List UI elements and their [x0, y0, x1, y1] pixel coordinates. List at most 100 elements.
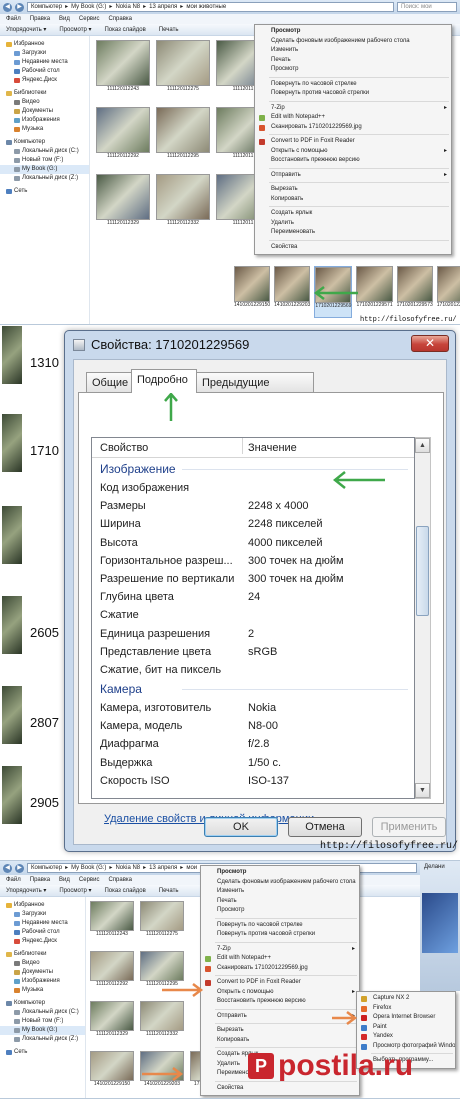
- menu-bar-item[interactable]: Правка: [30, 875, 50, 885]
- menu-item[interactable]: Открыть с помощью ▸: [255, 147, 451, 157]
- property-row[interactable]: Размеры 2248 x 4000: [92, 497, 414, 515]
- menu-item[interactable]: Свойства: [255, 243, 451, 253]
- toolbar-button[interactable]: Просмотр ▾: [59, 885, 91, 896]
- breadcrumb-item[interactable]: Компьютер: [31, 3, 62, 11]
- toolbar-button[interactable]: Упорядочить ▾: [6, 24, 46, 35]
- breadcrumb-item[interactable]: Nokia N8: [115, 3, 140, 11]
- menu-item[interactable]: Capture NX 2: [357, 994, 455, 1004]
- menu-item[interactable]: Повернуть против часовой стрелки: [255, 89, 451, 99]
- menu-bar-item[interactable]: Сервис: [79, 875, 100, 885]
- file-thumbnail[interactable]: 111120112292: [96, 107, 150, 168]
- nav-item[interactable]: Загрузки: [0, 49, 89, 58]
- nav-item[interactable]: Компьютер: [0, 138, 89, 147]
- menu-item[interactable]: Сделать фоновым изображением рабочего ст…: [201, 878, 359, 888]
- scroll-up-icon[interactable]: ▲: [415, 438, 430, 453]
- breadcrumb-item[interactable]: Nokia N8: [115, 864, 140, 872]
- menu-item[interactable]: Edit with Notepad++: [255, 113, 451, 123]
- file-thumbnail[interactable]: 1710201229571: [356, 266, 393, 318]
- file-thumbnail[interactable]: 111120112295: [156, 107, 210, 168]
- cancel-button[interactable]: Отмена: [288, 817, 362, 837]
- breadcrumb-item[interactable]: 13 апреля: [149, 864, 177, 872]
- property-row[interactable]: Горизонтальное разреш... 300 точек на дюй…: [92, 552, 414, 570]
- menu-item[interactable]: Вырезать: [255, 185, 451, 195]
- menu-item[interactable]: Открыть с помощью ▸: [201, 988, 359, 998]
- menu-bar-item[interactable]: Справка: [108, 14, 132, 24]
- menu-bar-item[interactable]: Справка: [108, 875, 132, 885]
- menu-item[interactable]: 7-Zip ▸: [201, 945, 359, 955]
- property-row[interactable]: Единица разрешения 2: [92, 625, 414, 643]
- menu-item[interactable]: Firefox: [357, 1004, 455, 1014]
- nav-item[interactable]: Яндекс.Диск: [0, 76, 89, 85]
- forward-icon[interactable]: ▶: [15, 863, 24, 873]
- menu-item[interactable]: Yandex: [357, 1032, 455, 1042]
- toolbar-button[interactable]: Печать: [159, 24, 179, 35]
- file-thumbnail[interactable]: 111120112292: [90, 951, 134, 995]
- menu-item[interactable]: Повернуть по часовой стрелке: [201, 921, 359, 931]
- column-value[interactable]: Значение: [248, 438, 297, 458]
- file-thumbnail[interactable]: 1410201229203: [274, 266, 311, 318]
- back-icon[interactable]: ◀: [3, 863, 12, 873]
- property-row[interactable]: Камера, модель N8-00: [92, 717, 414, 735]
- file-thumbnail[interactable]: 111120112332: [140, 1001, 184, 1045]
- tab-details[interactable]: Подробно: [131, 369, 197, 393]
- property-row[interactable]: Представление цвета sRGB: [92, 643, 414, 661]
- apply-button[interactable]: Применить: [372, 817, 446, 837]
- menu-bar-item[interactable]: Правка: [30, 14, 50, 24]
- menu-item[interactable]: Вырезать: [201, 1026, 359, 1036]
- nav-item[interactable]: Избранное: [0, 901, 85, 910]
- file-thumbnail[interactable]: 111120112329: [90, 1001, 134, 1045]
- toolbar-button[interactable]: Просмотр ▾: [59, 24, 91, 35]
- menu-item[interactable]: 7-Zip ▸: [255, 104, 451, 114]
- toolbar-button[interactable]: Показ слайдов: [104, 24, 145, 35]
- menu-item[interactable]: Просмотр: [201, 906, 359, 916]
- breadcrumb-item[interactable]: My Book (G:): [71, 864, 106, 872]
- property-row[interactable]: Сжатие: [92, 606, 414, 624]
- nav-item[interactable]: Недавние места: [0, 58, 89, 67]
- breadcrumb-item[interactable]: 13 апреля: [149, 3, 177, 11]
- nav-item[interactable]: Локальный диск (Z:): [0, 174, 89, 183]
- menu-item[interactable]: Просмотр: [255, 65, 451, 75]
- menu-bar-item[interactable]: Вид: [59, 14, 70, 24]
- menu-item[interactable]: Печать: [201, 897, 359, 907]
- menu-item[interactable]: Печать: [255, 56, 451, 66]
- nav-item[interactable]: Изображения: [0, 116, 89, 125]
- toolbar-button[interactable]: Упорядочить ▾: [6, 885, 46, 896]
- menu-item[interactable]: Повернуть по часовой стрелке: [255, 80, 451, 90]
- menu-bar-item[interactable]: Файл: [6, 875, 21, 885]
- file-thumbnail[interactable]: 111120112275: [140, 901, 184, 945]
- nav-item[interactable]: Библиотеки: [0, 950, 85, 959]
- nav-item[interactable]: Библиотеки: [0, 89, 89, 98]
- menu-item[interactable]: Paint: [357, 1023, 455, 1033]
- column-property[interactable]: Свойство: [100, 438, 148, 458]
- property-row[interactable]: Сжатие, бит на пиксель: [92, 661, 414, 679]
- menu-item[interactable]: Opera Internet Browser: [357, 1013, 455, 1023]
- menu-bar-item[interactable]: Сервис: [79, 14, 100, 24]
- menu-item[interactable]: Сканировать 1710201229569.jpg: [201, 964, 359, 974]
- breadcrumb-item[interactable]: Компьютер: [31, 864, 62, 872]
- toolbar-button[interactable]: Печать: [159, 885, 179, 896]
- nav-item[interactable]: Загрузки: [0, 910, 85, 919]
- nav-item[interactable]: Недавние места: [0, 919, 85, 928]
- nav-item[interactable]: Видео: [0, 959, 85, 968]
- property-row[interactable]: Высота 4000 пикселей: [92, 534, 414, 552]
- breadcrumb-item[interactable]: My Book (G:): [71, 3, 106, 11]
- property-row[interactable]: Скорость ISO ISO-137: [92, 772, 414, 790]
- menu-item[interactable]: Просмотр: [201, 868, 359, 878]
- menu-item[interactable]: Изменить: [201, 887, 359, 897]
- nav-item[interactable]: Документы: [0, 968, 85, 977]
- menu-item[interactable]: Сделать фоновым изображением рабочего ст…: [255, 37, 451, 47]
- file-thumbnail[interactable]: 111120112275: [156, 40, 210, 101]
- scroll-thumb[interactable]: [416, 526, 429, 616]
- property-row[interactable]: Диафрагма f/2.8: [92, 735, 414, 753]
- menu-item[interactable]: Копировать: [201, 1036, 359, 1046]
- search-input[interactable]: Поиск: мои: [397, 2, 457, 12]
- toolbar-button[interactable]: Показ слайдов: [104, 885, 145, 896]
- menu-item[interactable]: Повернуть против часовой стрелки: [201, 930, 359, 940]
- breadcrumb-item[interactable]: мои животные: [186, 3, 226, 11]
- nav-item[interactable]: Документы: [0, 107, 89, 116]
- nav-item[interactable]: Локальный диск (C:): [0, 1008, 85, 1017]
- nav-item[interactable]: My Book (G:): [0, 165, 89, 174]
- property-row[interactable]: Глубина цвета 24: [92, 588, 414, 606]
- property-row[interactable]: Ширина 2248 пикселей: [92, 515, 414, 533]
- scroll-down-icon[interactable]: ▼: [415, 783, 430, 798]
